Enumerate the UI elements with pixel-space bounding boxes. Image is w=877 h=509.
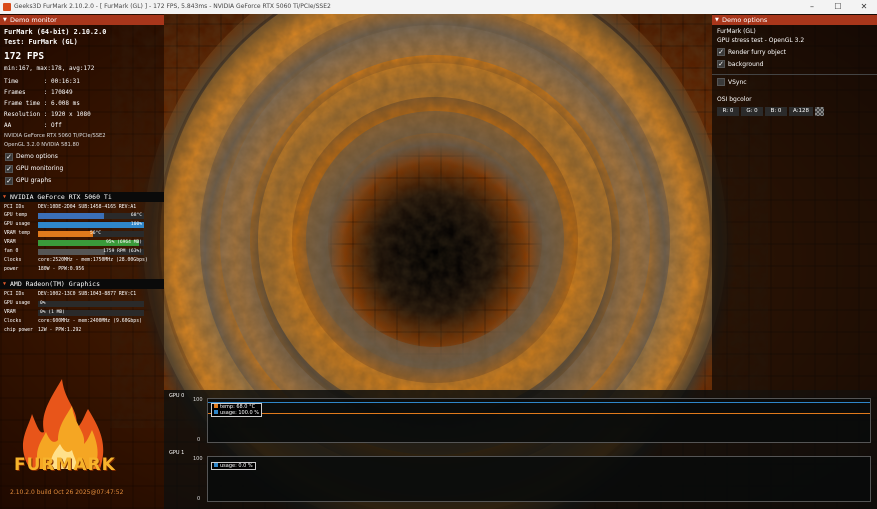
- gpu0-fan-label: fan 0: [4, 249, 19, 254]
- app-version: FurMark (64-bit) 2.10.2.0: [4, 28, 107, 36]
- graph1-ymin: 0: [197, 496, 201, 502]
- gpu0-pci-label: PCI IDs: [4, 205, 25, 210]
- gpu1-clocks-label: Clocks: [4, 319, 22, 324]
- graph0-temp-line: [208, 413, 870, 414]
- gpu0-bar-fill: [38, 213, 104, 219]
- gpu1-power: 12W - PPW:1.292: [38, 328, 82, 333]
- graph0-usage-line: [208, 402, 870, 403]
- gpu-monitoring-label: GPU monitoring: [16, 165, 64, 172]
- maximize-button[interactable]: ☐: [825, 0, 851, 14]
- graph0-plot: temp: 68.0 °C usage: 100.0 %: [207, 398, 871, 443]
- graph1-tag: GPU 1: [169, 450, 185, 456]
- gpu1-pci-ids: DEV:1002-13C0 SUB:1043-8877 REV:C1: [38, 292, 137, 297]
- app-icon: [3, 3, 11, 11]
- gpu0-vram-label: VRAM: [4, 240, 16, 245]
- gpu1-usage-bar: 0%: [38, 301, 144, 307]
- stat-frames: Frames : 170849: [4, 89, 73, 96]
- osi-alpha-field[interactable]: A:128: [789, 107, 813, 116]
- gpu0-bar-fill: [38, 249, 105, 255]
- gpu0-bar-fill: [38, 231, 94, 237]
- window-titlebar: Geeks3D FurMark 2.10.2.0 - [ FurMark (GL…: [0, 0, 877, 14]
- gpu0-section-header[interactable]: NVIDIA GeForce RTX 5060 Ti: [0, 192, 164, 202]
- demo-title: FurMark (GL): [717, 28, 756, 35]
- gpu1-pci-label: PCI IDs: [4, 292, 25, 297]
- osi-bgcolor-label: OSI bgcolor: [717, 96, 752, 103]
- gpu0-temp-bar: 68°C: [38, 213, 144, 219]
- gpu0-clocks: core:2520MHz - mem:1750MHz (28.00Gbps): [38, 258, 148, 263]
- furmark-logo-text: FURMARK: [14, 455, 116, 475]
- gpu0-power: 180W - PPW:0.956: [38, 267, 85, 272]
- renderer-name: NVIDIA GeForce RTX 5060 Ti/PCIe/SSE2: [4, 133, 106, 139]
- osi-blue-field[interactable]: B: 0: [765, 107, 787, 116]
- graph1-legend: usage: 0.0 %: [211, 462, 256, 470]
- stat-aa: AA : Off: [4, 122, 62, 129]
- graph1-ymax: 100: [193, 456, 203, 462]
- window-title: Geeks3D FurMark 2.10.2.0 - [ FurMark (GL…: [14, 3, 331, 10]
- demo-monitor-panel: Demo monitor FurMark (64-bit) 2.10.2.0 T…: [0, 14, 164, 509]
- demo-options-panel: Demo options FurMark (GL) GPU stress tes…: [712, 14, 877, 390]
- gpu-graphs-label: GPU graphs: [16, 177, 52, 184]
- background-checkbox[interactable]: ✓: [717, 60, 725, 68]
- background-label: background: [728, 61, 764, 68]
- divider: [712, 74, 877, 75]
- gpu0-vram-bar: 95% (6964 MB): [38, 240, 144, 246]
- vsync-checkbox[interactable]: [717, 78, 725, 86]
- gpu-monitoring-checkbox[interactable]: ✓: [5, 165, 13, 173]
- gpu0-clocks-label: Clocks: [4, 258, 22, 263]
- demo-options-checkbox[interactable]: ✓: [5, 153, 13, 161]
- gpu0-vram-temp-bar: 56°C: [38, 231, 144, 237]
- graph0-legend-usage: usage: 100.0 %: [214, 410, 259, 416]
- stat-frame-time: Frame time : 6.008 ms: [4, 100, 80, 107]
- gpu0-power-label: power: [4, 267, 19, 272]
- minimize-button[interactable]: –: [799, 0, 825, 14]
- color-preview-swatch[interactable]: [815, 107, 824, 116]
- vsync-label: VSync: [728, 79, 747, 86]
- graph0-legend: temp: 68.0 °C usage: 100.0 %: [211, 403, 263, 417]
- graph0-tag: GPU 0: [169, 393, 185, 399]
- demo-options-header[interactable]: Demo options: [712, 15, 877, 25]
- fps-value: 172 FPS: [4, 51, 45, 62]
- gpu0-usage-bar: 100%: [38, 222, 144, 228]
- close-button[interactable]: ✕: [851, 0, 877, 14]
- gpu0-usage-label: GPU usage: [4, 222, 30, 227]
- gpu1-clocks: core:600MHz - mem:2400MHz (9.60Gbps): [38, 319, 142, 324]
- gpu-graphs-checkbox[interactable]: ✓: [5, 177, 13, 185]
- gpu-graphs-area: GPU 0 100 0 temp: 68.0 °C usage: 100.0 %…: [164, 390, 877, 509]
- test-name: Test: FurMark (GL): [4, 38, 78, 46]
- gpu1-vram-label: VRAM: [4, 310, 16, 315]
- opengl-version: OpenGL 3.2.0 NVIDIA 581.80: [4, 142, 80, 148]
- fps-stats: min:167, max:178, avg:172: [4, 65, 95, 72]
- gpu0-temp-label: GPU temp: [4, 213, 28, 218]
- build-string: 2.10.2.0 build Oct 26 2025@07:47:52: [10, 489, 124, 496]
- graph0-ymin: 0: [197, 437, 201, 443]
- gpu1-section-header[interactable]: AMD Radeon(TM) Graphics: [0, 279, 164, 289]
- gpu1-vram-bar: 0% (1 MB): [38, 310, 144, 316]
- demo-subtitle: GPU stress test - OpenGL 3.2: [717, 37, 805, 44]
- gpu1-usage-label: GPU usage: [4, 301, 30, 306]
- stat-resolution: Resolution : 1920 x 1080: [4, 111, 91, 118]
- render-furry-checkbox[interactable]: ✓: [717, 48, 725, 56]
- gpu1-power-label: chip power: [4, 328, 33, 333]
- graph0-ymax: 100: [193, 397, 203, 403]
- render-furry-label: Render furry object: [728, 49, 786, 56]
- gpu0-bar-fill: [38, 222, 144, 228]
- graph1-legend-usage: usage: 0.0 %: [214, 463, 253, 469]
- demo-options-label: Demo options: [16, 153, 58, 160]
- stat-time: Time : 00:16:31: [4, 78, 80, 85]
- gpu0-pci-ids: DEV:10DE-2D04 SUB:1458-4165 REV:A1: [38, 205, 137, 210]
- gpu0-vram-temp-label: VRAM temp: [4, 231, 30, 236]
- demo-monitor-header[interactable]: Demo monitor: [0, 15, 164, 25]
- graph1-plot: usage: 0.0 %: [207, 456, 871, 502]
- osi-red-field[interactable]: R: 0: [717, 107, 739, 116]
- gpu0-fan-bar: 1759 RPM (63%): [38, 249, 144, 255]
- osi-green-field[interactable]: G: 0: [741, 107, 763, 116]
